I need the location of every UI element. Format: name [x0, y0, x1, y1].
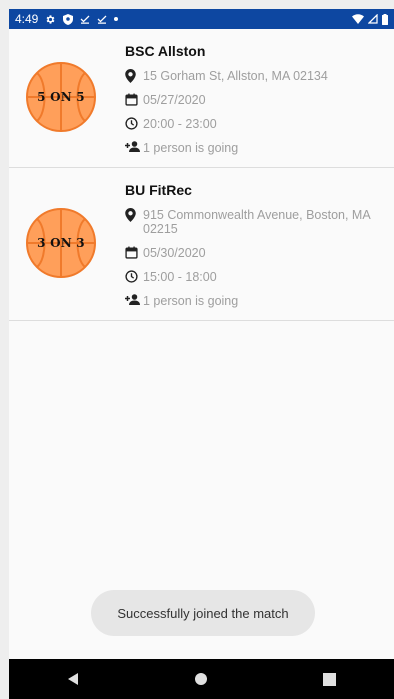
time-row: 20:00 - 23:00 — [125, 117, 380, 131]
person-add-icon — [125, 294, 143, 305]
date-row: 05/27/2020 — [125, 93, 380, 107]
time-text: 20:00 - 23:00 — [143, 117, 217, 131]
person-add-icon — [125, 141, 143, 152]
dot-icon — [114, 17, 119, 21]
match-format-label: 3 ON 3 — [37, 236, 85, 250]
home-button[interactable] — [181, 659, 221, 699]
status-time: 4:49 — [15, 12, 39, 26]
calendar-icon — [125, 93, 143, 106]
attendees-row: 1 person is going — [125, 294, 380, 308]
recents-icon — [323, 672, 337, 686]
match-list: 5 ON 5 BSC Allston 15 Gorham St, Allston… — [9, 29, 394, 321]
download-done-icon — [80, 14, 90, 24]
time-text: 15:00 - 18:00 — [143, 270, 217, 284]
back-button[interactable] — [53, 659, 93, 699]
settings-icon — [45, 14, 56, 25]
basketball-badge: 5 ON 5 — [25, 61, 97, 133]
match-format-label: 5 ON 5 — [37, 90, 85, 104]
clock-icon — [125, 117, 143, 130]
venue-name: BU FitRec — [125, 182, 192, 198]
address-row: 15 Gorham St, Allston, MA 02134 — [125, 69, 380, 83]
date-text: 05/30/2020 — [143, 246, 206, 260]
address-text: 15 Gorham St, Allston, MA 02134 — [143, 69, 328, 83]
toast-message: Successfully joined the match — [91, 590, 315, 636]
wifi-icon — [352, 14, 364, 24]
basketball-badge: 3 ON 3 — [25, 207, 97, 279]
address-row: 915 Commonwealth Avenue, Boston, MA 0221… — [125, 208, 380, 236]
match-card[interactable]: 3 ON 3 BU FitRec 915 Commonwealth Avenue… — [9, 168, 394, 321]
system-nav-bar — [9, 659, 394, 699]
calendar-icon — [125, 246, 143, 259]
time-row: 15:00 - 18:00 — [125, 270, 380, 284]
signal-icon — [368, 14, 378, 24]
clock-icon — [125, 270, 143, 283]
shield-icon — [63, 13, 74, 25]
date-text: 05/27/2020 — [143, 93, 206, 107]
battery-icon — [382, 13, 388, 25]
status-bar: 4:49 — [9, 9, 394, 29]
location-pin-icon — [125, 69, 143, 83]
app-screen: 4:49 5 ON 5 BSC Allston 15 Gorham St, Al… — [9, 9, 394, 699]
attendees-text: 1 person is going — [143, 141, 239, 155]
date-row: 05/30/2020 — [125, 246, 380, 260]
match-card[interactable]: 5 ON 5 BSC Allston 15 Gorham St, Allston… — [9, 29, 394, 168]
back-icon — [68, 673, 79, 685]
download-done-icon — [97, 14, 107, 24]
location-pin-icon — [125, 208, 143, 222]
attendees-row: 1 person is going — [125, 141, 380, 155]
venue-name: BSC Allston — [125, 43, 206, 59]
home-icon — [195, 673, 208, 685]
address-text: 915 Commonwealth Avenue, Boston, MA 0221… — [143, 208, 370, 236]
attendees-text: 1 person is going — [143, 294, 239, 308]
recents-button[interactable] — [310, 659, 350, 699]
